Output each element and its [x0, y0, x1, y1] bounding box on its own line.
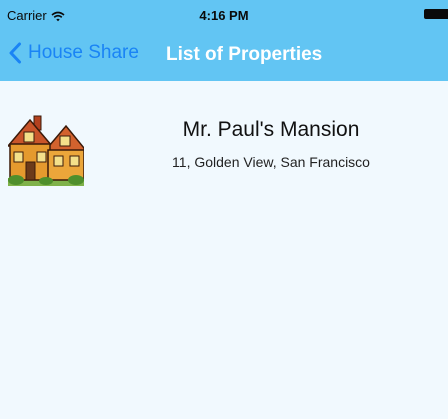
status-time: 4:16 PM — [199, 8, 249, 23]
navigation-bar: House Share List of Properties — [0, 30, 448, 81]
house-icon — [6, 112, 85, 194]
page-title: List of Properties — [166, 44, 323, 65]
battery-icon — [424, 9, 448, 19]
property-list-item[interactable]: Mr. Paul's Mansion 11, Golden View, San … — [0, 81, 448, 199]
chevron-left-icon — [8, 42, 22, 64]
app-screen: Carrier 4:16 PM House Share List of Prop… — [0, 0, 448, 419]
back-button-label: House Share — [28, 42, 139, 63]
back-button[interactable]: House Share — [8, 42, 139, 64]
property-address: 11, Golden View, San Francisco — [172, 154, 370, 170]
status-bar: Carrier 4:16 PM — [0, 0, 448, 30]
property-name: Mr. Paul's Mansion — [182, 118, 360, 141]
